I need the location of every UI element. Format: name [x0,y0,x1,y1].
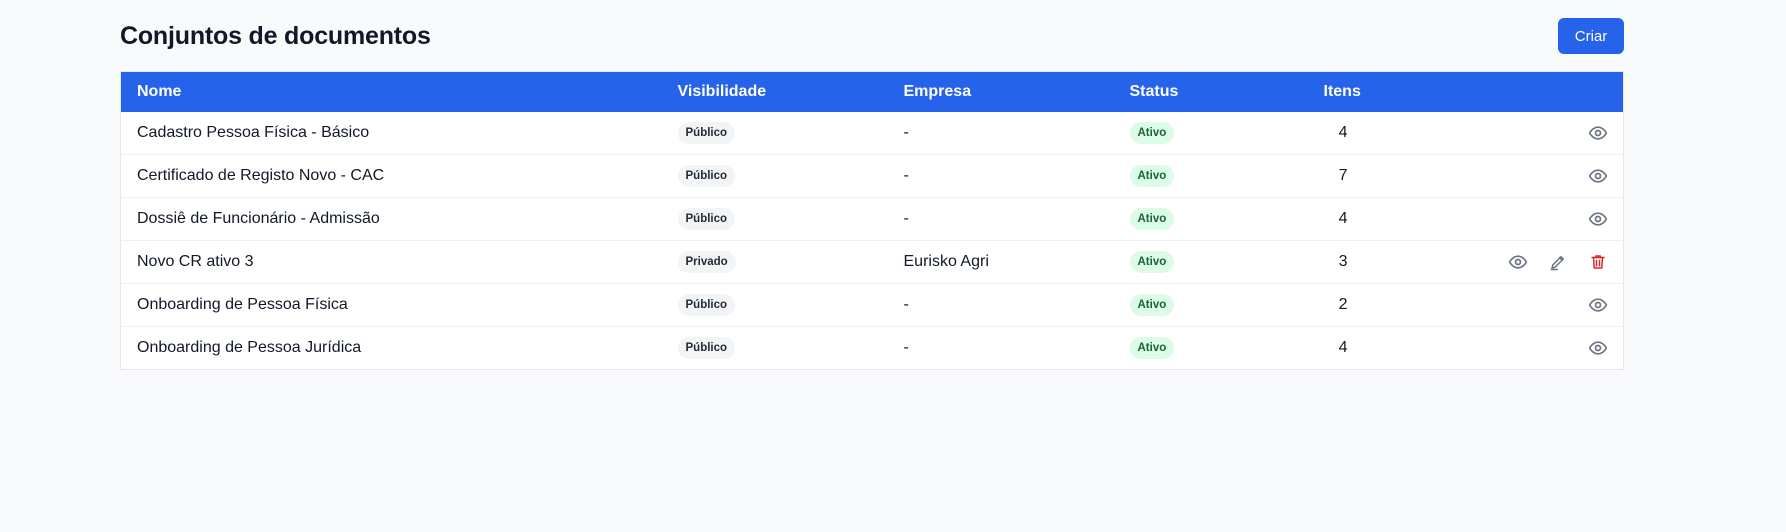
cell-visibility: Público [661,283,888,327]
cell-company: - [887,283,1114,327]
cell-status: Ativo [1113,197,1324,241]
cell-visibility: Público [661,197,888,241]
table-body: Cadastro Pessoa Física - Básico Público - A… [120,112,1624,370]
delete-button[interactable] [1587,251,1609,273]
view-button[interactable] [1507,251,1529,273]
view-button[interactable] [1587,294,1609,316]
cell-name: Certificado de Registo Novo - CAC [120,154,662,198]
status-badge: Ativo [1129,337,1175,359]
cell-name: Cadastro Pessoa Física - Básico [137,123,370,141]
cell-items: 4 [1323,326,1454,370]
cell-actions [1453,240,1624,284]
cell-actions [1453,326,1624,370]
status-badge: Ativo [1129,121,1175,144]
cell-company: - [887,154,1114,198]
table-row: Onboarding de Pessoa Jurídica Público - Ati… [120,326,1624,370]
cell-items: 3 [1323,240,1454,284]
column-header-items: Itens [1323,82,1361,100]
view-button[interactable] [1587,337,1609,359]
visibility-badge: Público [677,294,736,316]
status-badge: Ativo [1129,294,1175,316]
column-header-name: Nome [137,82,182,100]
eye-icon [1588,338,1608,358]
column-header-company: Empresa [903,82,972,100]
status-badge: Ativo [1129,208,1175,230]
edit-button[interactable] [1547,251,1569,273]
cell-actions [1453,197,1624,241]
table-row: Cadastro Pessoa Física - Básico Público - A… [121,112,1624,155]
trash-icon [1589,253,1607,271]
page-container: Conjuntos de documentos Criar Nome Visib… [120,18,1624,370]
cell-company: Eurisko Agri [887,240,1114,284]
status-badge: Ativo [1129,165,1175,187]
row-actions [1470,165,1624,187]
cell-actions [1454,112,1624,155]
row-actions [1470,208,1624,230]
create-button[interactable]: Criar [1558,18,1624,54]
eye-icon [1588,123,1608,143]
cell-actions [1453,154,1624,198]
cell-visibility: Público [661,326,888,370]
cell-visibility: Público [661,154,888,198]
visibility-badge: Público [677,337,736,359]
cell-status: Ativo [1113,283,1324,327]
cell-visibility: Público [662,112,888,155]
table-row: Certificado de Registo Novo - CAC Público… [120,154,1624,198]
pencil-icon [1549,253,1567,271]
cell-status: Ativo [1113,326,1324,370]
cell-items: 2 [1323,283,1454,327]
table-row: Novo CR ativo 3 Privado Eurisko Agri Ativo 3 [120,240,1624,284]
table-row: Onboarding de Pessoa Física Público - Ativo… [120,283,1624,327]
cell-actions [1453,283,1624,327]
visibility-badge: Público [677,165,736,187]
row-actions [1470,337,1624,359]
eye-icon [1588,209,1608,229]
cell-items: 4 [1323,197,1454,241]
row-actions [1470,294,1624,316]
eye-icon [1588,295,1608,315]
cell-company: - [887,197,1114,241]
column-header-visibility: Visibilidade [677,82,767,100]
cell-status: Ativo [1114,112,1324,155]
cell-name: Dossiê de Funcionário - Admissão [120,197,662,241]
cell-name: Novo CR ativo 3 [120,240,662,284]
eye-icon [1508,252,1528,272]
row-actions [1470,251,1624,273]
table-header-row: Nome Visibilidade Empresa Status Itens [120,71,1624,112]
page-header: Conjuntos de documentos Criar [120,18,1624,54]
document-sets-table: Nome Visibilidade Empresa Status Itens C… [120,71,1624,370]
cell-items: 7 [1323,154,1454,198]
cell-status: Ativo [1113,240,1324,284]
cell-visibility: Privado [661,240,888,284]
cell-name: Onboarding de Pessoa Física [120,283,662,327]
column-header-status: Status [1129,82,1179,100]
cell-company: - [903,123,909,141]
view-button[interactable] [1587,122,1609,144]
column-header-actions [1454,72,1624,112]
visibility-badge: Público [677,121,736,144]
visibility-badge: Público [677,208,736,230]
status-badge: Ativo [1129,251,1175,273]
eye-icon [1588,166,1608,186]
cell-name: Onboarding de Pessoa Jurídica [120,326,662,370]
page-title: Conjuntos de documentos [120,21,431,50]
view-button[interactable] [1587,208,1609,230]
table-row: Dossiê de Funcionário - Admissão Público -… [120,197,1624,241]
cell-items: 4 [1338,123,1348,141]
cell-status: Ativo [1113,154,1324,198]
view-button[interactable] [1587,165,1609,187]
row-actions [1470,122,1624,144]
cell-company: - [887,326,1114,370]
visibility-badge: Privado [677,251,736,273]
